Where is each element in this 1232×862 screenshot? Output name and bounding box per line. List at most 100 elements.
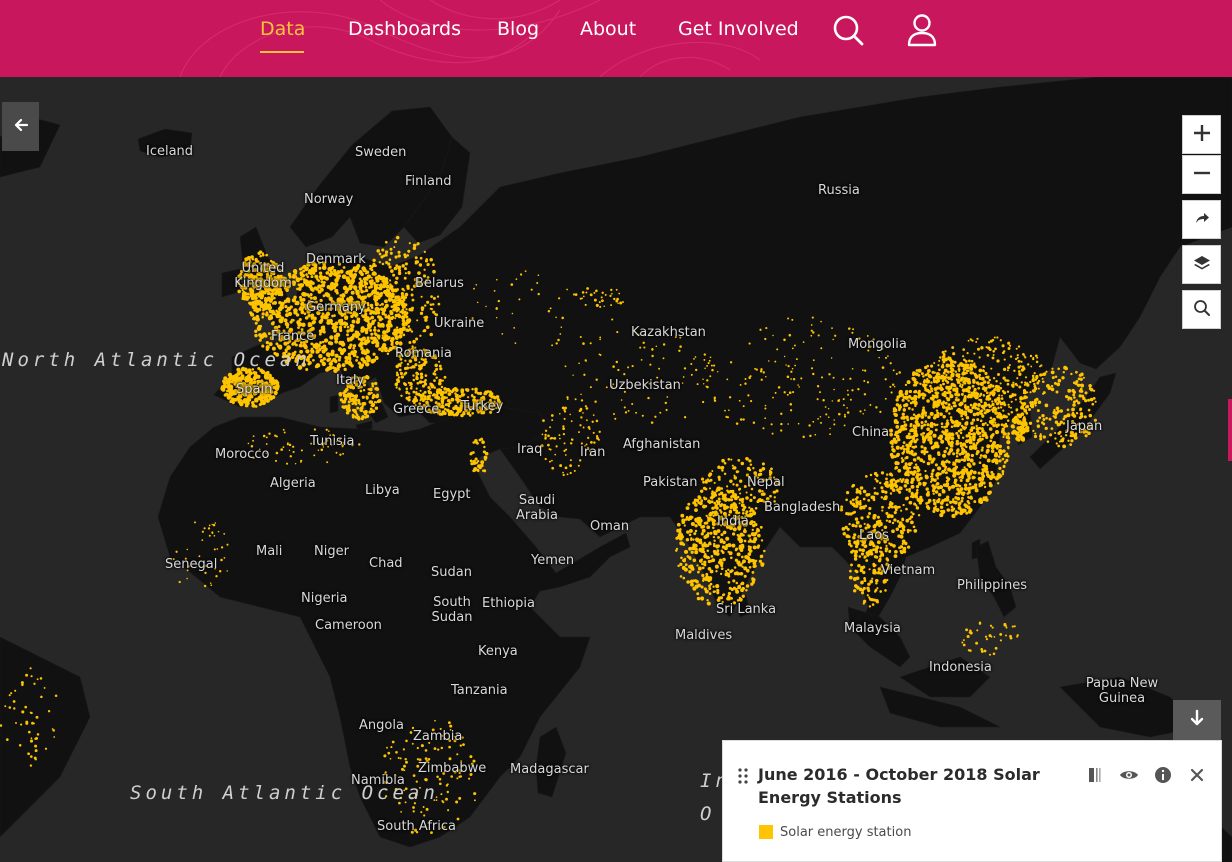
solar-station-point — [920, 445, 924, 449]
solar-station-point — [326, 320, 331, 325]
solar-station-point — [911, 408, 914, 411]
solar-station-point — [323, 338, 329, 343]
search-icon[interactable] — [831, 12, 865, 48]
solar-station-point — [747, 467, 750, 470]
user-icon[interactable] — [905, 12, 939, 48]
solar-station-point — [975, 427, 980, 431]
solar-station-point — [1024, 376, 1028, 379]
solar-station-point — [914, 372, 919, 376]
solar-station-point — [905, 466, 910, 471]
solar-station-point — [438, 388, 443, 392]
solar-station-point — [1002, 433, 1006, 436]
solar-station-point — [959, 401, 964, 406]
solar-station-point — [987, 398, 990, 401]
solar-station-point — [966, 471, 971, 476]
solar-station-point — [998, 466, 1002, 470]
nav-dashboards[interactable]: Dashboards — [348, 18, 461, 40]
solar-station-point — [898, 393, 903, 398]
solar-station-point — [842, 532, 847, 536]
solar-station-point — [915, 438, 919, 441]
nav-about[interactable]: About — [580, 18, 636, 40]
solar-station-point — [427, 397, 431, 401]
solar-station-point — [605, 386, 608, 389]
solar-station-point — [260, 400, 265, 405]
map-canvas[interactable]: North Atlantic Ocean South Atlantic Ocea… — [0, 77, 1232, 862]
solar-station-point — [851, 523, 855, 528]
solar-station-point — [947, 386, 952, 391]
solar-station-point — [392, 303, 397, 309]
solar-station-point — [997, 373, 1000, 376]
solar-station-point — [911, 453, 915, 457]
solar-station-point — [566, 396, 569, 399]
solar-station-point — [888, 520, 892, 523]
solar-station-point — [319, 341, 323, 345]
solar-station-point — [917, 498, 922, 503]
solar-station-point — [853, 510, 856, 514]
solar-station-point — [1008, 413, 1011, 416]
solar-station-point — [899, 549, 903, 553]
solar-station-point — [1025, 396, 1029, 399]
nav-get-involved[interactable]: Get Involved — [678, 18, 799, 40]
solar-station-point — [399, 371, 403, 376]
solar-station-point — [1080, 387, 1083, 391]
solar-station-point — [367, 391, 372, 396]
solar-station-point — [871, 603, 875, 606]
solar-station-point — [700, 489, 704, 493]
solar-station-point — [845, 490, 850, 495]
solar-station-point — [892, 478, 896, 482]
solar-station-point — [1002, 409, 1005, 412]
nav-blog[interactable]: Blog — [497, 18, 539, 40]
solar-station-point — [723, 472, 727, 476]
solar-station-point — [367, 303, 370, 307]
solar-station-point — [665, 408, 668, 412]
solar-station-point — [947, 403, 951, 407]
solar-station-point — [912, 445, 916, 449]
solar-station-point — [868, 568, 871, 571]
solar-station-point — [971, 384, 975, 388]
solar-station-point — [969, 367, 974, 371]
solar-station-point — [864, 475, 868, 478]
nav-data[interactable]: Data — [260, 18, 305, 40]
solar-station-point — [895, 434, 900, 439]
solar-station-point — [1033, 382, 1036, 386]
solar-station-point — [397, 376, 401, 379]
solar-station-point — [879, 590, 883, 593]
solar-station-point — [384, 240, 388, 244]
solar-station-point — [408, 242, 411, 245]
solar-station-point — [1032, 357, 1035, 361]
solar-station-point — [586, 419, 588, 422]
solar-station-point — [1064, 433, 1068, 437]
solar-station-point — [930, 364, 934, 368]
solar-station-point — [416, 242, 420, 246]
solar-station-point — [404, 267, 407, 271]
solar-station-point — [927, 415, 931, 419]
solar-station-point — [447, 402, 451, 406]
solar-station-point — [1015, 347, 1018, 350]
solar-station-point — [1066, 413, 1070, 418]
solar-station-point — [967, 393, 971, 398]
solar-station-point — [852, 328, 855, 331]
solar-station-point — [678, 528, 682, 531]
solar-station-point — [718, 509, 722, 512]
solar-station-point — [958, 484, 962, 488]
solar-station-point — [1088, 384, 1092, 388]
solar-station-point — [558, 412, 561, 415]
solar-station-point — [1051, 367, 1054, 370]
solar-station-point — [914, 463, 918, 466]
solar-station-point — [907, 531, 910, 534]
solar-station-point — [597, 438, 600, 441]
solar-station-point — [997, 406, 1000, 409]
solar-station-point — [1061, 376, 1065, 380]
solar-station-point — [922, 449, 927, 454]
solar-station-point — [698, 518, 703, 523]
solar-station-point — [884, 589, 887, 592]
solar-station-point — [334, 336, 339, 341]
solar-station-point — [924, 388, 928, 392]
solar-station-point — [360, 346, 364, 350]
solar-station-point — [945, 497, 950, 502]
solar-station-point — [655, 345, 658, 347]
solar-station-point — [1041, 377, 1044, 380]
solar-station-point — [988, 444, 992, 448]
solar-station-point — [885, 511, 889, 515]
solar-station-point — [429, 257, 433, 262]
